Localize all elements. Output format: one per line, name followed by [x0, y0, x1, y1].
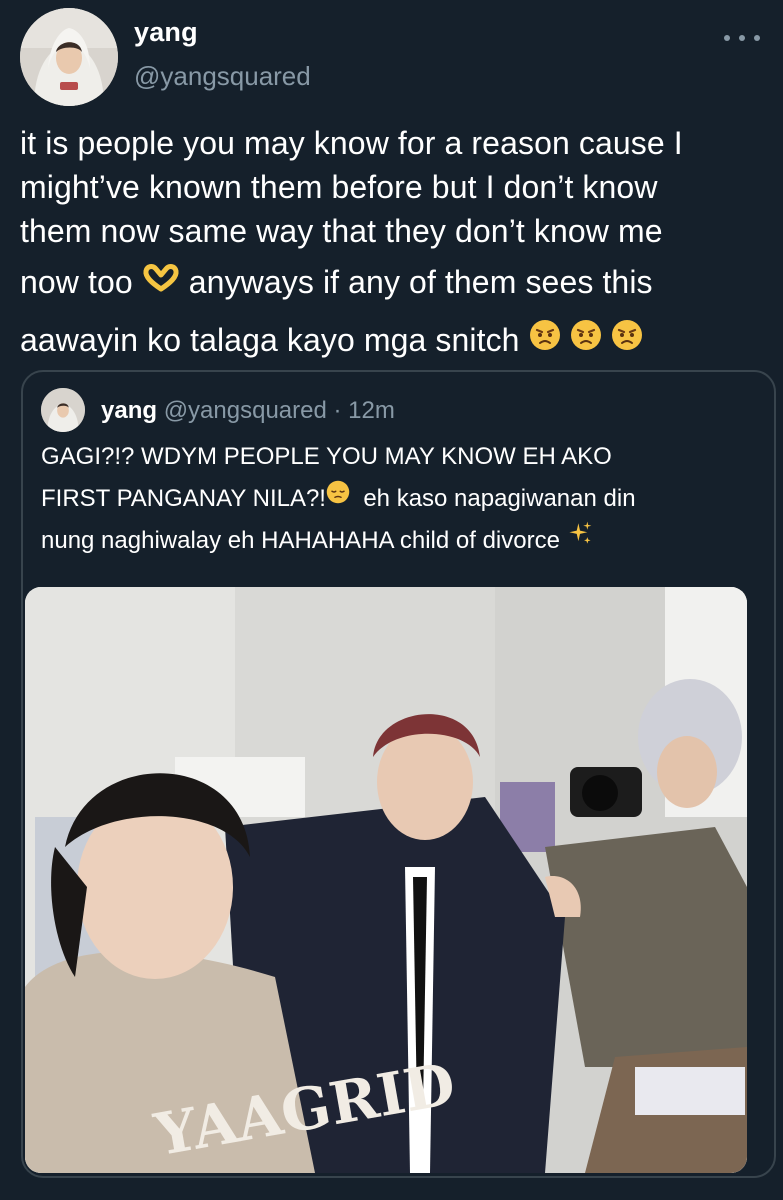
tweet-text-line-with-emoji: now too anyways if any of them sees this — [20, 253, 768, 311]
quoted-text-fragment: FIRST PANGANAY NILA?! — [41, 485, 326, 512]
group-selfie-photo: YAAGRID — [25, 587, 747, 1173]
quoted-tweet[interactable]: yang @yangsquared · 12m GAGI?!? WDYM PEO… — [21, 370, 776, 1178]
quoted-header: yang @yangsquared · 12m — [101, 397, 395, 425]
avatar[interactable] — [20, 8, 118, 106]
tweet-text-fragment: aawayin ko talaga kayo mga snitch — [20, 322, 520, 358]
angry-face-emoji — [570, 311, 602, 369]
quoted-avatar-image — [41, 388, 85, 432]
quoted-timestamp[interactable]: 12m — [348, 397, 395, 424]
avatar-image — [20, 8, 118, 106]
tweet: yang @yangsquared it is people you may k… — [0, 0, 783, 1200]
quoted-avatar[interactable] — [41, 388, 85, 432]
tweet-text-line: it is people you may know for a reason c… — [20, 125, 683, 161]
tweet-photo[interactable]: YAAGRID — [25, 587, 747, 1173]
tweet-text-fragment: now too — [20, 264, 133, 300]
quoted-text-fragment: nung naghiwalay eh HAHAHAHA child of div… — [41, 527, 560, 554]
quoted-text-line: GAGI?!? WDYM PEOPLE YOU MAY KNOW EH AKO — [41, 443, 612, 470]
tweet-text-line: might’ve known them before but I don’t k… — [20, 169, 658, 205]
user-handle[interactable]: @yangsquared — [134, 61, 311, 92]
quoted-display-name[interactable]: yang — [101, 397, 157, 424]
more-horizontal-icon[interactable] — [724, 28, 760, 48]
pensive-face-emoji — [326, 476, 350, 518]
quoted-tweet-text: GAGI?!? WDYM PEOPLE YOU MAY KNOW EH AKO … — [41, 436, 761, 562]
angry-face-emoji — [529, 311, 561, 369]
angry-face-emoji — [611, 311, 643, 369]
quoted-text-line-with-emoji: nung naghiwalay eh HAHAHAHA child of div… — [41, 520, 761, 562]
separator-dot: · — [333, 397, 342, 424]
quoted-handle[interactable]: @yangsquared — [164, 397, 327, 424]
sparkles-emoji — [567, 518, 593, 560]
tweet-text-fragment: anyways if any of them sees this — [188, 264, 653, 300]
heart-hands-emoji — [142, 253, 180, 311]
tweet-text-line-with-emoji: aawayin ko talaga kayo mga snitch — [20, 311, 768, 369]
quoted-text-line-with-emoji: FIRST PANGANAY NILA?! eh kaso napagiwana… — [41, 478, 761, 520]
tweet-text-line: them now same way that they don’t know m… — [20, 213, 663, 249]
display-name[interactable]: yang — [134, 17, 198, 48]
tweet-text: it is people you may know for a reason c… — [20, 121, 768, 369]
quoted-text-fragment: eh kaso napagiwanan din — [363, 485, 636, 512]
